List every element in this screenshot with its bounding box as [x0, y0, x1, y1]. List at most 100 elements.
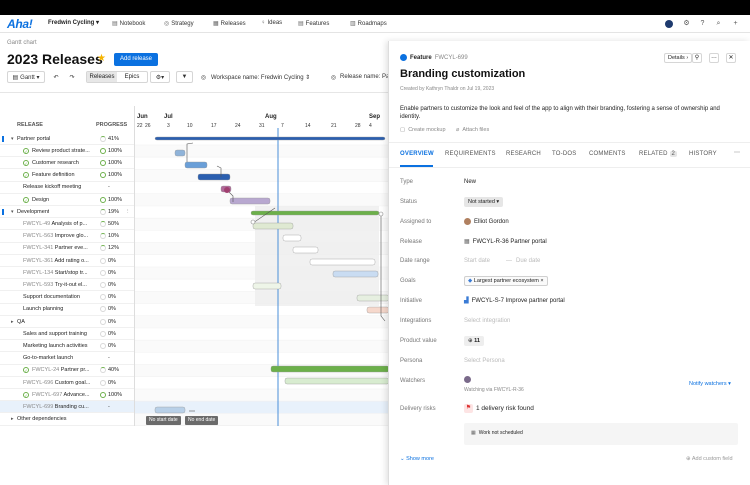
release-row[interactable]: FWCYL-49 Analysis of p... 50% [0, 218, 134, 231]
row-name[interactable]: Branding cu... [55, 404, 89, 410]
add-release-button[interactable]: Add release [114, 53, 158, 66]
add-custom-field-link[interactable]: ⊕ Add custom field [686, 456, 733, 462]
user-avatar[interactable] [665, 20, 673, 28]
redo-icon[interactable]: ↷ [66, 71, 78, 83]
release-row[interactable]: ✓ FWCYL-24 Partner pr... 40% [0, 365, 134, 377]
release-row[interactable]: ✓ Review product strate... 100% [0, 145, 134, 158]
search-icon[interactable]: ⌕ [714, 19, 723, 28]
row-ref[interactable]: FWCYL-361 [23, 258, 53, 264]
record-ref[interactable]: FWCYL-699 [435, 55, 468, 61]
row-name[interactable]: Launch planning [23, 306, 63, 312]
row-ref[interactable]: FWCYL-563 [23, 233, 53, 239]
expand-caret-icon[interactable]: ▾ [11, 209, 14, 215]
persona-select[interactable]: Select Persona [464, 358, 505, 364]
aha-logo[interactable]: Aha! [7, 17, 33, 31]
release-row[interactable]: FWCYL-361 Add rating o... 0% [0, 255, 134, 267]
release-row[interactable]: ▾ Partner portal 41% [0, 133, 134, 145]
row-name[interactable]: Support documentation [23, 294, 80, 300]
nav-releases[interactable]: ▦ Releases [213, 20, 246, 28]
pin-icon[interactable]: ⚲ [692, 53, 702, 63]
release-filter[interactable]: Release name: Pa [340, 71, 388, 83]
start-date-field[interactable]: Start date [464, 258, 490, 264]
star-icon[interactable]: ★ [97, 53, 106, 64]
feature-description[interactable]: Enable partners to customize the look an… [400, 105, 730, 121]
row-name[interactable]: Marketing launch activities [23, 343, 88, 349]
nav-features[interactable]: ▤ Features [298, 20, 329, 28]
row-name[interactable]: Design [32, 197, 49, 203]
expand-caret-icon[interactable]: ▸ [11, 416, 14, 422]
create-mockup-link[interactable]: ▢ Create mockup [400, 127, 446, 133]
initiative-value[interactable]: ▟ FWCYL-S-7 Improve partner portal [464, 297, 565, 305]
release-row[interactable]: FWCYL-563 Improve glo... 10% [0, 231, 134, 243]
row-name[interactable]: Analysis of p... [51, 221, 87, 227]
tab-todos[interactable]: TO-DOS [552, 151, 576, 157]
tab-releases[interactable]: Releases [87, 72, 117, 82]
release-row[interactable]: Support documentation 0% [0, 292, 134, 304]
nav-roadmaps[interactable]: ▥ Roadmaps [350, 20, 387, 28]
more-icon[interactable]: … [709, 53, 719, 63]
row-name[interactable]: Partner pr... [61, 367, 90, 373]
row-name[interactable]: Development [17, 209, 49, 215]
help-icon[interactable]: ? [698, 19, 707, 28]
tab-comments[interactable]: COMMENTS [589, 151, 626, 157]
tab-overview[interactable]: OVERVIEW [400, 151, 434, 157]
goal-chip[interactable]: ◆ Largest partner ecosystem × [464, 276, 548, 286]
tab-research[interactable]: RESEARCH [506, 151, 541, 157]
release-row[interactable]: FWCYL-593 Try-it-out el... 0% [0, 279, 134, 292]
row-name[interactable]: Improve glo... [55, 233, 88, 239]
row-name[interactable]: QA [17, 319, 25, 325]
release-row[interactable]: Go-to-market launch - [0, 353, 134, 365]
tab-epics[interactable]: Epics [117, 72, 147, 82]
release-row[interactable]: ✓ Feature definition 100% [0, 170, 134, 182]
release-row[interactable]: ▸ Other dependencies [0, 414, 134, 426]
release-row[interactable]: Launch planning 0% [0, 304, 134, 316]
status-dropdown[interactable]: Not started ▾ [464, 197, 504, 207]
details-button[interactable]: Details › [664, 53, 693, 63]
due-date-field[interactable]: Due date [516, 258, 540, 264]
breadcrumb[interactable]: Gantt chart [7, 40, 37, 46]
row-name[interactable]: Custom goal... [55, 380, 90, 386]
expand-caret-icon[interactable]: ▾ [11, 136, 14, 142]
release-row[interactable]: FWCYL-341 Partner eve... 12% [0, 243, 134, 255]
notify-watchers-button[interactable]: Notify watchers ▾ [689, 381, 731, 387]
tab-requirements[interactable]: REQUIREMENTS [445, 151, 496, 157]
row-name[interactable]: Feature definition [32, 172, 75, 178]
release-row[interactable]: FWCYL-696 Custom goal... 0% [0, 377, 134, 389]
row-name[interactable]: Advance... [64, 392, 90, 398]
release-row[interactable]: ▸ QA 0% [0, 316, 134, 328]
release-row[interactable]: Release kickoff meeting - [0, 182, 134, 194]
row-ref[interactable]: FWCYL-134 [23, 270, 53, 276]
workspace-switcher[interactable]: Fredwin Cycling ▾ [48, 19, 99, 26]
workspace-filter[interactable]: Workspace name: Fredwin Cycling ⇕ [211, 71, 321, 83]
release-row[interactable]: FWCYL-134 Start/stop tr... 0% [0, 267, 134, 280]
row-ref[interactable]: FWCYL-341 [23, 245, 53, 251]
assignee[interactable]: Elliot Gordon [464, 218, 509, 225]
product-value[interactable]: ⊕ 11 [464, 336, 484, 346]
type-value[interactable]: New [464, 179, 476, 185]
close-icon[interactable]: ✕ [726, 53, 736, 63]
delivery-risk-summary[interactable]: ⚑ 1 delivery risk found [464, 404, 534, 413]
integration-select[interactable]: Select integration [464, 318, 510, 324]
attach-files-link[interactable]: ⌀ Attach files [456, 127, 489, 133]
release-row[interactable]: FWCYL-699 Branding cu... - [0, 401, 134, 414]
filter-button[interactable]: ▼ [176, 71, 193, 83]
settings-dropdown[interactable]: ⚙▾ [150, 71, 170, 83]
row-ref[interactable]: FWCYL-699 [23, 404, 53, 410]
row-name[interactable]: Sales and support training [23, 331, 87, 337]
row-name[interactable]: Review product strate... [32, 148, 90, 154]
watcher-avatar[interactable] [464, 376, 471, 383]
release-row[interactable]: Sales and support training 0% [0, 328, 134, 341]
row-ref[interactable]: FWCYL-697 [32, 392, 62, 398]
settings-icon[interactable]: ⚙ [682, 19, 691, 28]
row-name[interactable]: Partner eve... [55, 245, 88, 251]
release-row[interactable]: ▾ Development 19% ⋮ [0, 206, 134, 219]
release-row[interactable]: Marketing launch activities 0% [0, 340, 134, 353]
gantt-chart[interactable]: Jun Jul Aug Sep 22 26 3 10 17 24 31 7 14 21 28 4 No sta… [134, 106, 388, 426]
release-value[interactable]: ▦ FWCYL-R-36 Partner portal [464, 238, 547, 246]
release-row[interactable]: ✓ Design 100% [0, 194, 134, 206]
feature-title[interactable]: Branding customization [400, 68, 525, 80]
row-name[interactable]: Start/stop tr... [55, 270, 88, 276]
view-selector[interactable]: ▤ Gantt ▾ [7, 71, 45, 83]
row-ref[interactable]: FWCYL-593 [23, 282, 53, 288]
nav-ideas[interactable]: ♀ Ideas [261, 20, 282, 26]
